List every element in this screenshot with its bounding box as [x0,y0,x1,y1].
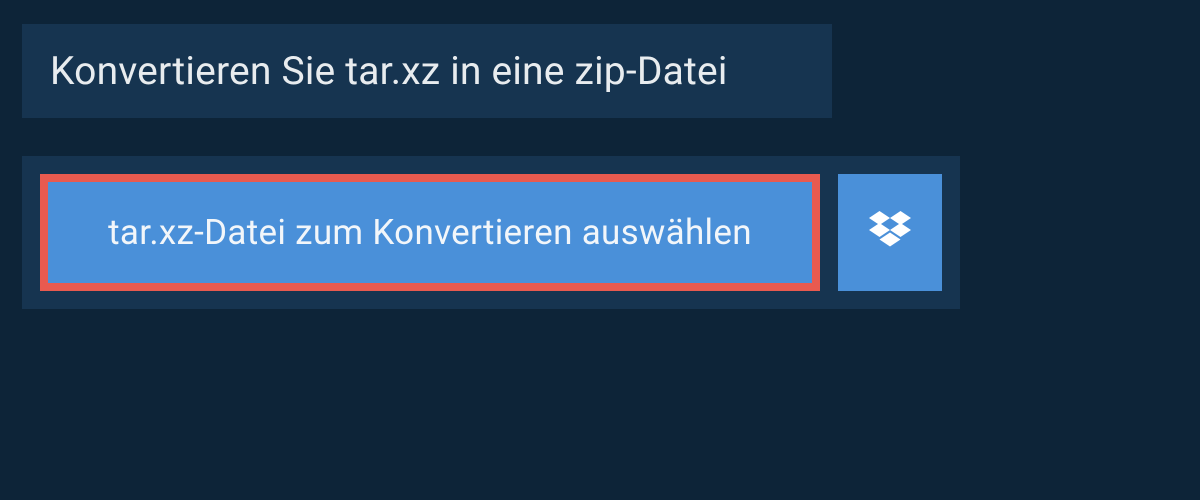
heading-panel: Konvertieren Sie tar.xz in eine zip-Date… [22,24,832,118]
select-file-button-label: tar.xz-Datei zum Konvertieren auswählen [108,212,752,253]
page-title: Konvertieren Sie tar.xz in eine zip-Date… [50,48,804,94]
upload-panel: tar.xz-Datei zum Konvertieren auswählen [22,156,960,309]
select-file-button[interactable]: tar.xz-Datei zum Konvertieren auswählen [40,174,820,291]
dropbox-button[interactable] [838,174,942,291]
dropbox-icon [869,211,911,255]
main-container: Konvertieren Sie tar.xz in eine zip-Date… [0,0,1200,333]
